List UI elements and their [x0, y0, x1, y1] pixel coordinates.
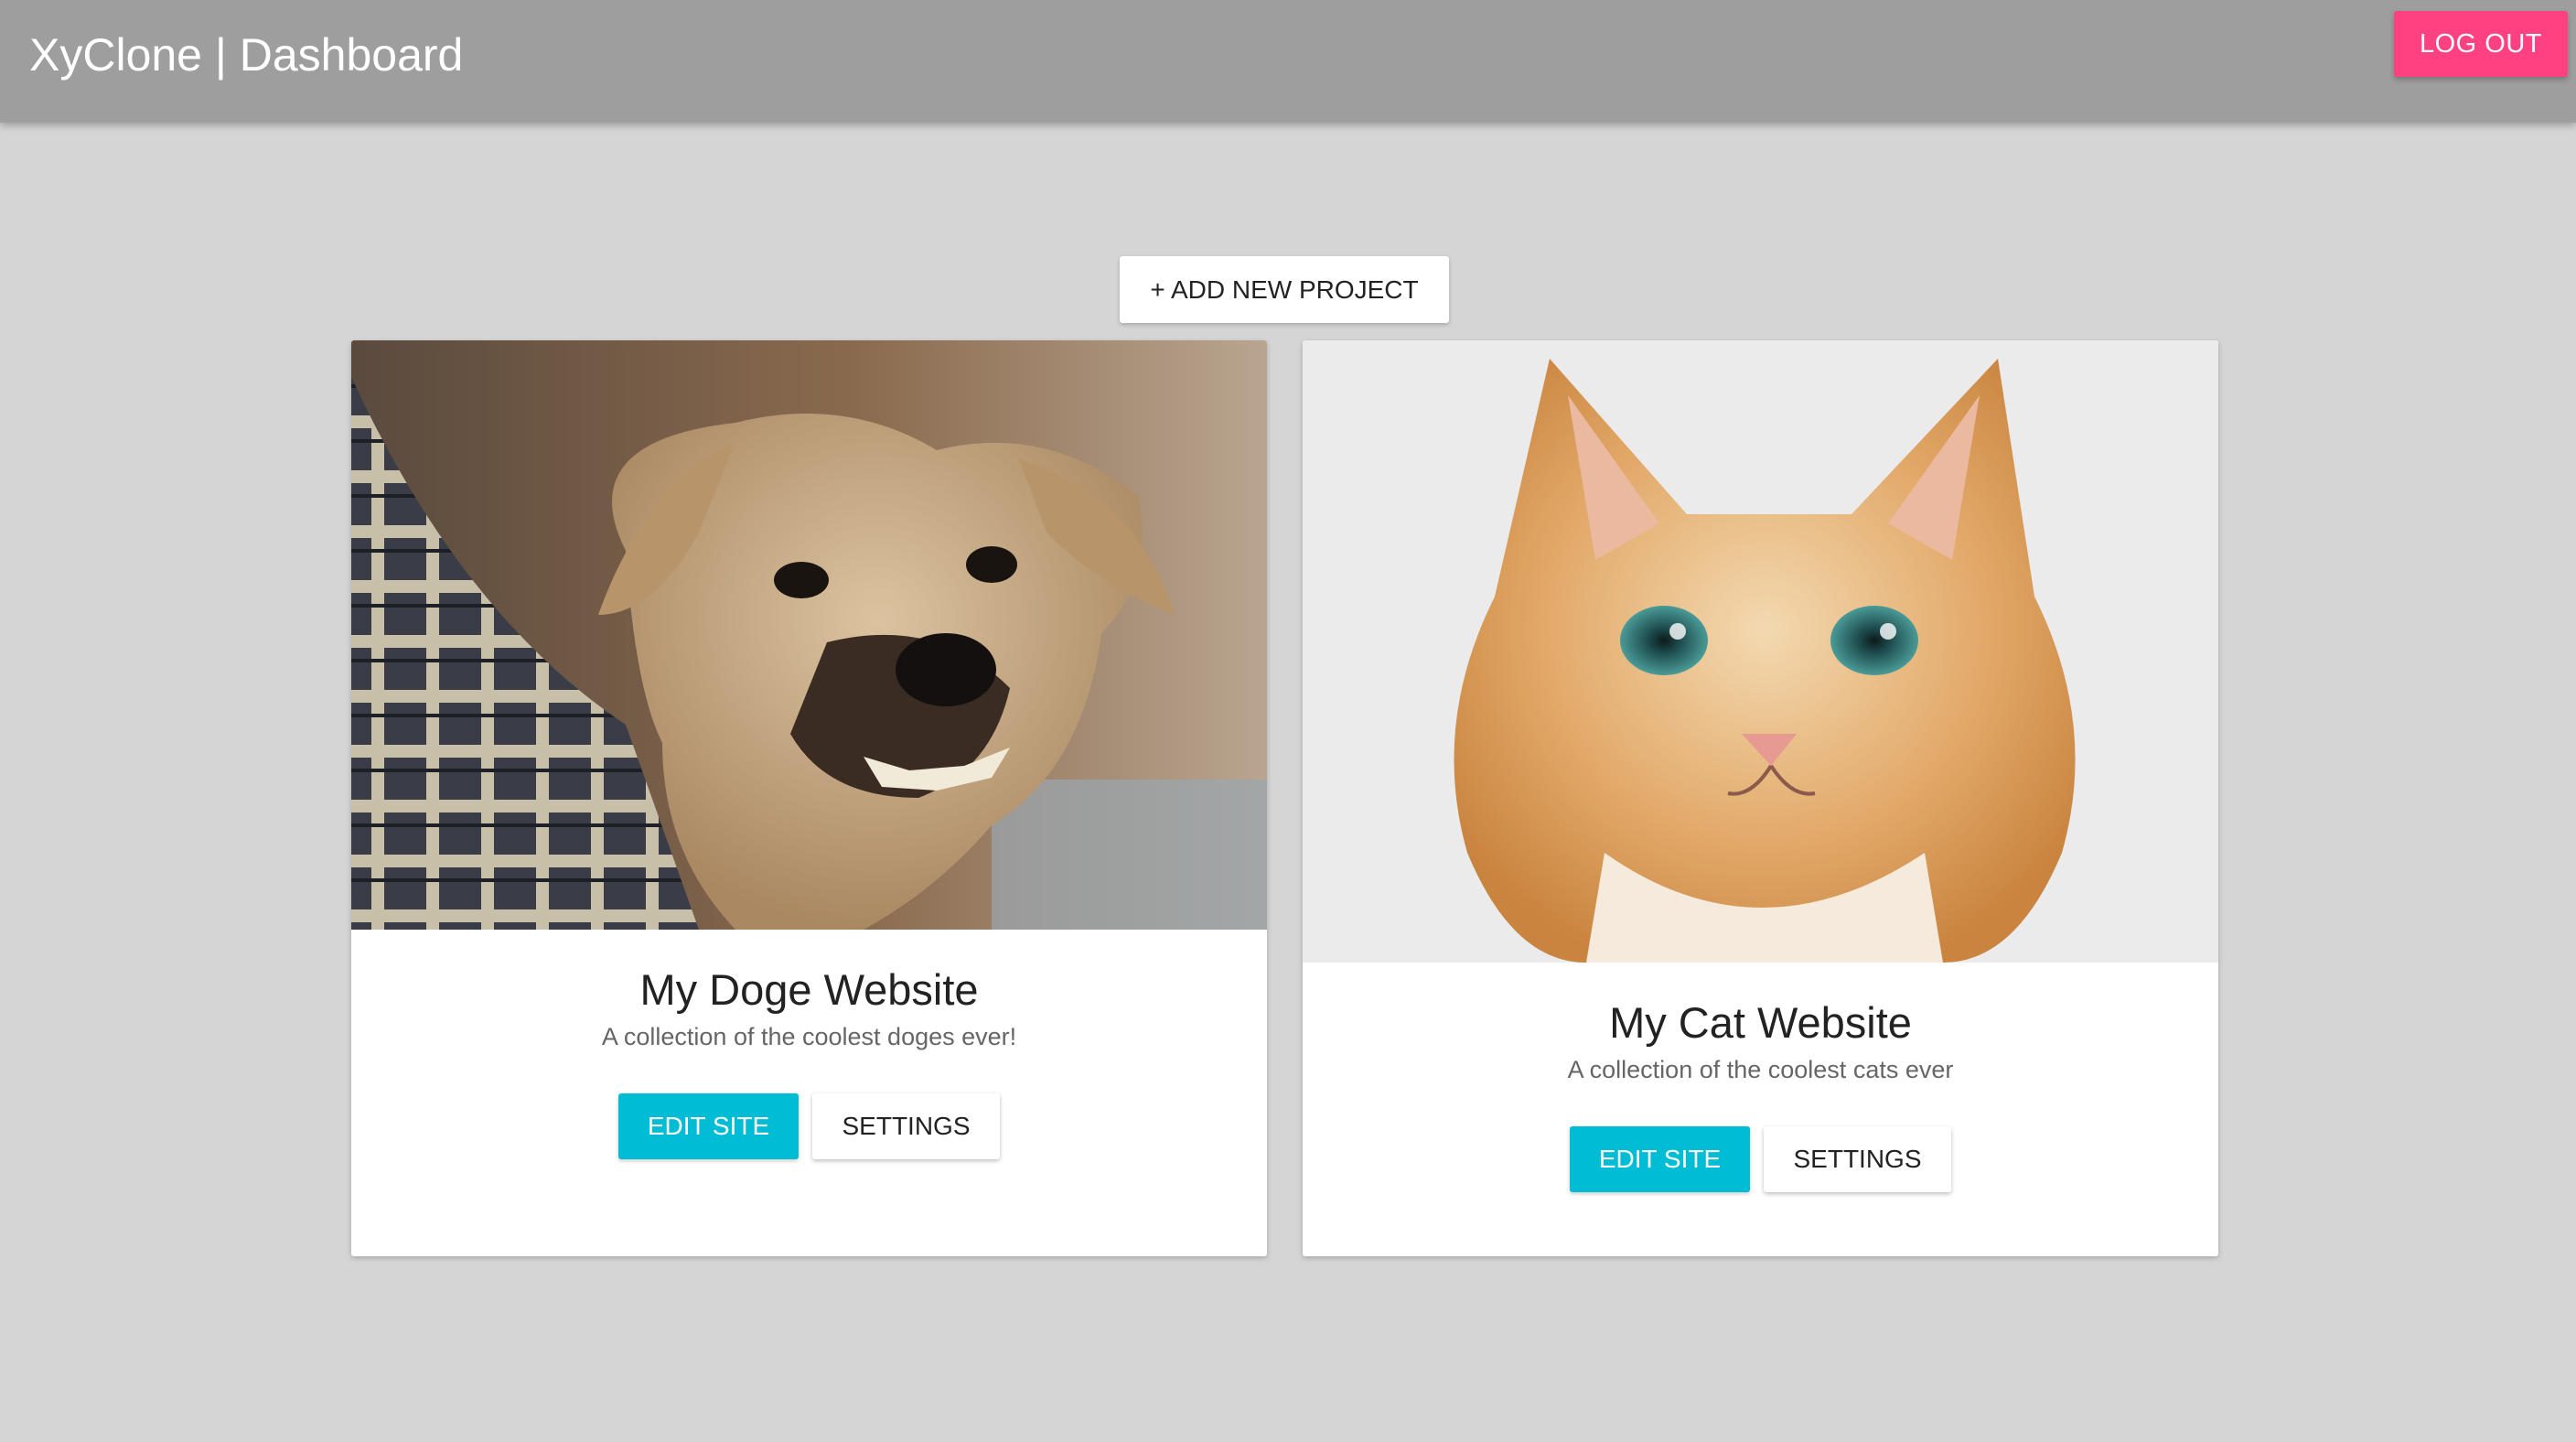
app-title: XyClone | Dashboard	[29, 29, 464, 81]
settings-button[interactable]: SETTINGS	[1764, 1126, 1951, 1192]
logout-button[interactable]: LOG OUT	[2394, 11, 2568, 77]
settings-button[interactable]: SETTINGS	[812, 1093, 1000, 1159]
edit-site-button[interactable]: EDIT SITE	[618, 1093, 799, 1159]
project-description: A collection of the coolest doges ever!	[601, 1023, 1017, 1050]
kitten-photo	[1303, 340, 2218, 963]
app-bar: XyClone | Dashboard LOG OUT	[0, 0, 2576, 123]
add-new-project-button[interactable]: + ADD NEW PROJECT	[1120, 256, 1449, 323]
doge-photo	[351, 340, 1267, 930]
project-title: My Cat Website	[1609, 998, 1912, 1047]
card-actions: EDIT SITE SETTINGS	[351, 1093, 1267, 1161]
project-title: My Doge Website	[639, 965, 979, 1014]
project-card-cat: My Cat Website A collection of the coole…	[1303, 340, 2218, 1256]
project-description: A collection of the coolest cats ever	[1567, 1056, 1954, 1083]
project-card-doge: My Doge Website A collection of the cool…	[351, 340, 1267, 1256]
card-actions: EDIT SITE SETTINGS	[1303, 1126, 2218, 1194]
edit-site-button[interactable]: EDIT SITE	[1570, 1126, 1750, 1192]
